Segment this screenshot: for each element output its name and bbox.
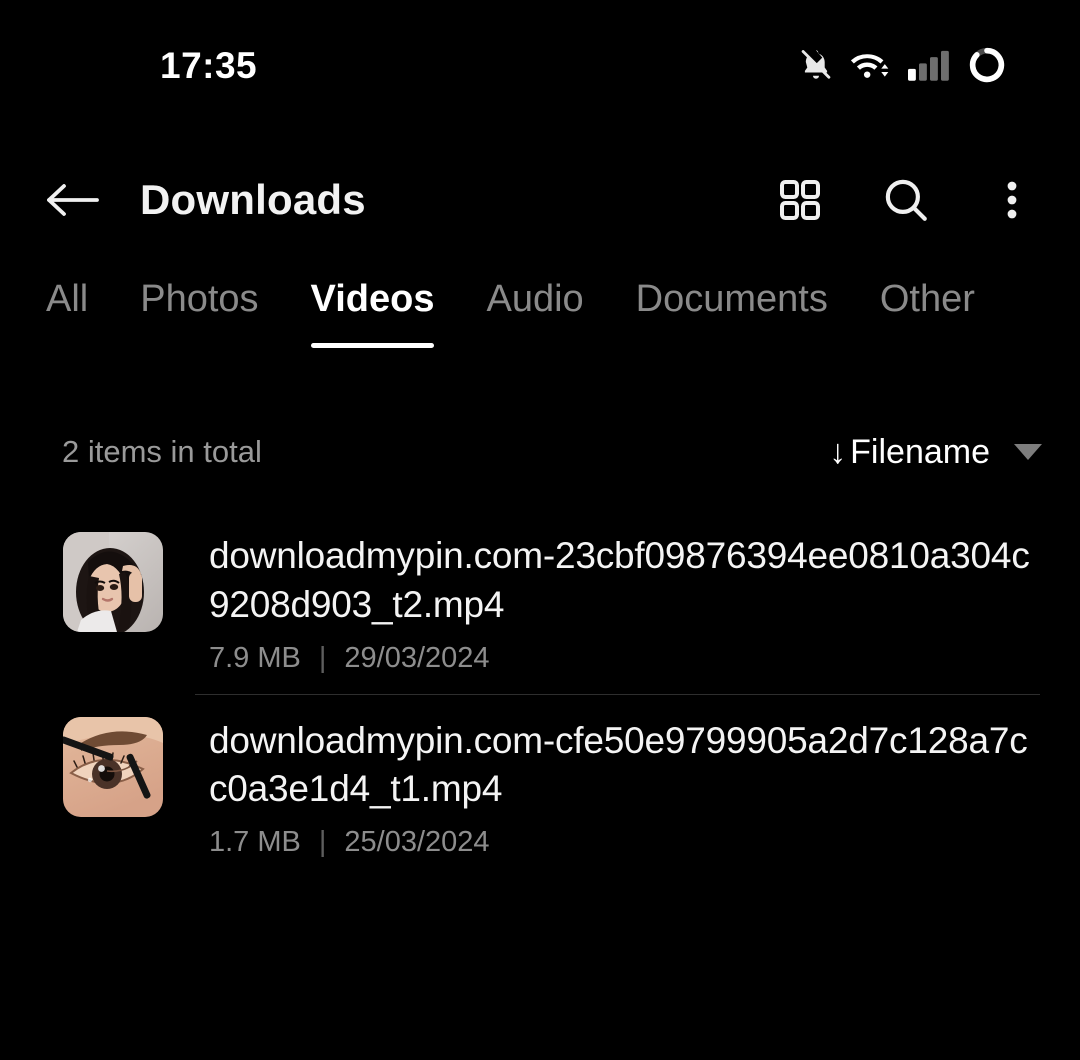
eye-makeup-pencil-thumbnail [63,716,163,817]
file-name: downloadmypin.com-23cbf09876394ee0810a30… [209,535,1030,625]
file-list: downloadmypin.com-23cbf09876394ee0810a30… [0,510,1080,879]
grid-view-icon [780,180,820,220]
status-bar: 17:35 [0,0,1080,130]
category-tabs: All Photos Videos Audio Documents Other [0,278,1080,370]
sort-field-label: Filename [850,432,990,471]
tab-all[interactable]: All [46,278,114,322]
app-bar-actions [760,160,1052,240]
file-date: 25/03/2024 [344,826,490,859]
search-icon [885,179,927,221]
file-meta: 7.9 MB | 29/03/2024 [209,642,1042,675]
file-meta: 1.7 MB | 25/03/2024 [209,826,1042,859]
notifications-muted-icon [798,46,834,84]
signal-bars-icon [908,46,952,84]
table-row[interactable]: downloadmypin.com-cfe50e9799905a2d7c128a… [0,695,1080,880]
search-button[interactable] [866,160,946,240]
sort-direction-icon: ↓ [829,433,847,471]
overflow-menu-button[interactable] [972,160,1052,240]
tab-other[interactable]: Other [854,278,1001,322]
file-name: downloadmypin.com-cfe50e9799905a2d7c128a… [209,719,1028,810]
file-manager-screen: 17:35 Downloads All Photos Videos Audio … [0,0,1080,1060]
table-row[interactable]: downloadmypin.com-23cbf09876394ee0810a30… [0,510,1080,695]
back-button[interactable] [30,157,116,243]
file-size: 7.9 MB [209,641,301,674]
meta-separator: | [318,826,327,859]
app-bar: Downloads [0,150,1080,250]
meta-separator: | [318,641,327,674]
file-date: 29/03/2024 [344,641,490,674]
back-arrow-icon [47,184,99,216]
item-count-label: 2 items in total [62,434,262,469]
file-info: downloadmypin.com-23cbf09876394ee0810a30… [209,532,1042,675]
battery-ring-icon [966,44,1008,86]
list-summary-bar: 2 items in total ↓ Filename [0,422,1080,482]
file-info: downloadmypin.com-cfe50e9799905a2d7c128a… [209,717,1042,860]
video-thumbnail-image [63,716,163,817]
file-size: 1.7 MB [209,826,301,859]
chevron-down-icon [1014,444,1042,460]
wifi-icon [848,46,894,84]
tab-videos[interactable]: Videos [285,278,461,348]
status-icons [798,44,1008,86]
woman-braiding-hair-thumbnail [63,532,163,632]
tab-photos[interactable]: Photos [114,278,284,322]
overflow-menu-icon [1007,181,1017,219]
tab-documents[interactable]: Documents [610,278,854,322]
sort-control[interactable]: ↓ Filename [829,433,1042,472]
page-title: Downloads [140,176,366,223]
status-time: 17:35 [160,44,258,86]
grid-view-button[interactable] [760,160,840,240]
tab-audio[interactable]: Audio [460,278,609,322]
video-thumbnail-image [63,532,163,632]
